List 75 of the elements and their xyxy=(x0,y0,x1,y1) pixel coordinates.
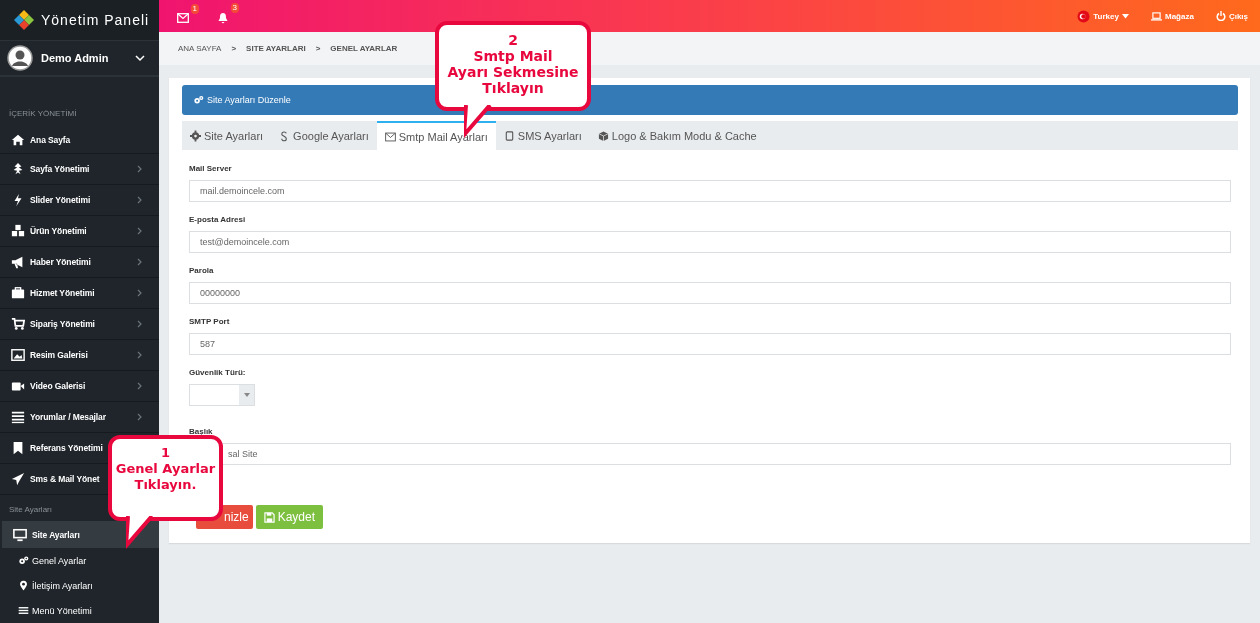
input-field[interactable]: test@demoincele.com xyxy=(189,231,1231,253)
field-label: SMTP Port xyxy=(189,316,231,328)
megaphone-icon xyxy=(11,255,25,269)
caret-down-icon xyxy=(243,393,250,397)
sidebar-item[interactable]: Yorumlar / Mesajlar xyxy=(0,402,159,433)
flag-icon xyxy=(1077,9,1091,23)
callout-text: Tıklayın xyxy=(481,80,545,96)
leaf-icon xyxy=(11,162,25,176)
callout-text: Smtp Mail xyxy=(472,48,554,64)
callout-text: Ayarı Sekmesine xyxy=(446,64,580,80)
panel-title: Site Ayarları Düzenle xyxy=(207,95,291,105)
briefcase-icon xyxy=(11,286,25,300)
cube-icon xyxy=(597,129,609,142)
tab[interactable]: Logo & Bakım Modu & Cache xyxy=(589,121,765,150)
bookmark-icon xyxy=(11,441,25,455)
sidebar-item[interactable]: Haber Yönetimi xyxy=(0,247,159,278)
cubes-icon xyxy=(11,224,25,238)
envelope-icon xyxy=(384,130,396,143)
map-pin-icon xyxy=(18,580,29,591)
callout-number: 2 xyxy=(507,32,519,48)
power-icon xyxy=(1215,11,1226,21)
sidebar-item[interactable]: Sipariş Yönetimi xyxy=(0,309,159,340)
image-icon xyxy=(11,348,25,362)
field-label: E-posta Adresi xyxy=(189,214,247,226)
section-label: İÇERİK YÖNETİMİ xyxy=(8,108,78,120)
submenu-item[interactable]: Menü Yönetimi xyxy=(0,598,159,623)
input-field[interactable]: 00000000 xyxy=(189,282,1231,304)
section-label: Site Ayarları xyxy=(8,504,53,516)
gears-icon xyxy=(18,555,29,566)
tab[interactable]: Site Ayarları xyxy=(182,121,272,150)
breadcrumb-link[interactable]: GENEL AYARLAR xyxy=(330,44,398,53)
user-name[interactable]: Demo Admin xyxy=(41,52,127,64)
input-field[interactable]: mail.demoincele.com xyxy=(189,180,1231,202)
breadcrumb-separator: > xyxy=(231,44,237,53)
monitor-icon xyxy=(13,527,27,542)
list-icon xyxy=(18,605,29,616)
caret-down-icon xyxy=(1121,13,1129,19)
tablet-icon xyxy=(503,129,515,142)
list-icon xyxy=(11,410,25,424)
sidebar-item[interactable]: Sayfa Yönetimi xyxy=(0,154,159,185)
field-label: Başlık xyxy=(189,426,214,438)
logo-icon xyxy=(13,9,35,31)
avatar-icon xyxy=(7,45,33,71)
tab[interactable]: Google Ayarları xyxy=(271,121,377,150)
tab[interactable]: SMS Ayarları xyxy=(495,121,590,150)
gears-icon xyxy=(193,95,204,105)
callout-number: 1 xyxy=(159,445,171,461)
paper-plane-icon xyxy=(11,472,25,486)
field-label: Güvenlik Türü: xyxy=(189,367,247,379)
notification-badge: 1 xyxy=(190,4,199,14)
sidebar-item[interactable]: Resim Galerisi xyxy=(0,340,159,371)
field-label: Mail Server xyxy=(189,163,233,175)
mail-icon xyxy=(177,13,189,23)
laptop-icon xyxy=(1150,11,1162,21)
bell-icon xyxy=(217,12,229,24)
brand-name: Yönetim Paneli xyxy=(41,12,150,28)
cart-icon xyxy=(11,317,25,331)
sidebar-item[interactable]: Site Ayarları xyxy=(2,521,159,548)
breadcrumb-separator: > xyxy=(315,44,321,53)
sidebar-item[interactable]: Slider Yönetimi xyxy=(0,185,159,216)
input-field[interactable]: 587 xyxy=(189,333,1231,355)
breadcrumb-link[interactable]: ANA SAYFA xyxy=(178,44,222,53)
sidebar-item[interactable]: Hizmet Yönetimi xyxy=(0,278,159,309)
submenu-item[interactable]: İletişim Ayarları xyxy=(0,573,159,598)
sidebar-item[interactable]: Ürün Yönetimi xyxy=(0,216,159,247)
field-label: Parola xyxy=(189,265,215,277)
gear-icon xyxy=(190,129,201,142)
select-field[interactable] xyxy=(189,384,255,406)
notification-badge: 3 xyxy=(230,3,239,13)
submenu-item[interactable]: Genel Ayarlar xyxy=(0,548,159,573)
home-icon xyxy=(11,133,25,147)
chevron-down-icon xyxy=(135,54,145,62)
breadcrumb-link[interactable]: SITE AYARLARI xyxy=(246,44,306,53)
sidebar-item[interactable]: Video Galerisi xyxy=(0,371,159,402)
sidebar-item[interactable]: Ana Sayfa xyxy=(0,127,159,154)
